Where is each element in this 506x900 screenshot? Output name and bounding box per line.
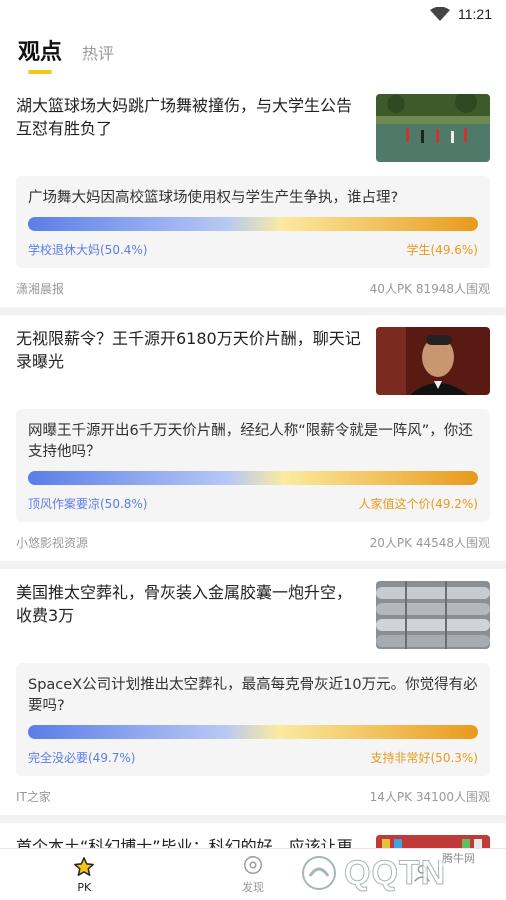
- card-source: 小悠影视资源: [16, 536, 89, 550]
- feed: 湖大篮球场大妈跳广场舞被撞伤，与大学生公告互怼有胜负了 广场舞大妈因高校篮球场使…: [0, 82, 506, 900]
- watermark-small-text: 腾牛网: [439, 850, 478, 866]
- card-source: IT之家: [16, 790, 51, 804]
- watermark-logo: QQTN 腾牛网: [298, 850, 498, 896]
- poll-option-right[interactable]: 人家值这个价(49.2%): [359, 495, 479, 512]
- card-stats: 14人PK 34100人围观: [369, 790, 490, 804]
- tab-hot-comments[interactable]: 热评: [82, 40, 114, 74]
- card-source: 潇湘晨报: [16, 282, 65, 296]
- poll-question: SpaceX公司计划推出太空葬礼，最高每克骨灰近10万元。你觉得有必要吗?: [28, 677, 478, 714]
- card-thumbnail[interactable]: [376, 327, 490, 395]
- poll-bar[interactable]: [28, 471, 478, 485]
- card-stats: 20人PK 44548人围观: [369, 536, 490, 550]
- poll-bar[interactable]: [28, 217, 478, 231]
- tab-bar: 观点 热评: [0, 28, 506, 74]
- star-icon: [74, 856, 95, 876]
- poll-question: 网曝王千源开出6千万天价片酬，经纪人称“限薪令就是一阵风”，你还支持他吗？: [28, 423, 473, 460]
- card-title[interactable]: 无视限薪令？王千源开6180万天价片酬，聊天记录曝光: [16, 327, 364, 397]
- tab-viewpoint[interactable]: 观点: [18, 34, 62, 74]
- divider: [0, 815, 506, 823]
- wifi-icon: [430, 7, 450, 21]
- feed-card[interactable]: 无视限薪令？王千源开6180万天价片酬，聊天记录曝光 网曝王千源开出6千万天价片…: [0, 315, 506, 561]
- poll: SpaceX公司计划推出太空葬礼，最高每克骨灰近10万元。你觉得有必要吗? 完全…: [16, 663, 490, 776]
- poll: 广场舞大妈因高校篮球场使用权与学生产生争执，谁占理? 学校退休大妈(50.4%)…: [16, 176, 490, 268]
- card-title[interactable]: 湖大篮球场大妈跳广场舞被撞伤，与大学生公告互怼有胜负了: [16, 94, 364, 164]
- card-stats: 40人PK 81948人围观: [369, 282, 490, 296]
- feed-card[interactable]: 美国推太空葬礼，骨灰装入金属胶囊一炮升空，收费3万 SpaceX公司计划推出太空…: [0, 569, 506, 815]
- nav-item-pk[interactable]: PK: [0, 849, 169, 900]
- poll-option-right[interactable]: 支持非常好(50.3%): [371, 749, 479, 766]
- card-thumbnail[interactable]: [376, 581, 490, 649]
- watermark-text: QQTN: [343, 853, 447, 892]
- watermark-emblem: [302, 856, 336, 890]
- poll-option-right[interactable]: 学生(49.6%): [407, 241, 479, 258]
- poll-option-left[interactable]: 学校退休大妈(50.4%): [28, 241, 148, 258]
- discover-icon: [244, 856, 262, 874]
- divider: [0, 307, 506, 315]
- poll-question: 广场舞大妈因高校篮球场使用权与学生产生争执，谁占理?: [28, 190, 399, 206]
- poll-option-left[interactable]: 完全没必要(49.7%): [28, 749, 136, 766]
- poll: 网曝王千源开出6千万天价片酬，经纪人称“限薪令就是一阵风”，你还支持他吗？ 顶风…: [16, 409, 490, 522]
- card-title[interactable]: 美国推太空葬礼，骨灰装入金属胶囊一炮升空，收费3万: [16, 581, 364, 651]
- divider: [0, 561, 506, 569]
- feed-card[interactable]: 湖大篮球场大妈跳广场舞被撞伤，与大学生公告互怼有胜负了 广场舞大妈因高校篮球场使…: [0, 82, 506, 307]
- status-time: 11:21: [458, 6, 492, 22]
- card-thumbnail[interactable]: [376, 94, 490, 162]
- nav-label: PK: [77, 880, 92, 894]
- status-bar: 11:21: [0, 0, 506, 28]
- nav-label: 发现: [242, 881, 264, 894]
- poll-option-left[interactable]: 顶风作案要凉(50.8%): [28, 495, 148, 512]
- poll-bar[interactable]: [28, 725, 478, 739]
